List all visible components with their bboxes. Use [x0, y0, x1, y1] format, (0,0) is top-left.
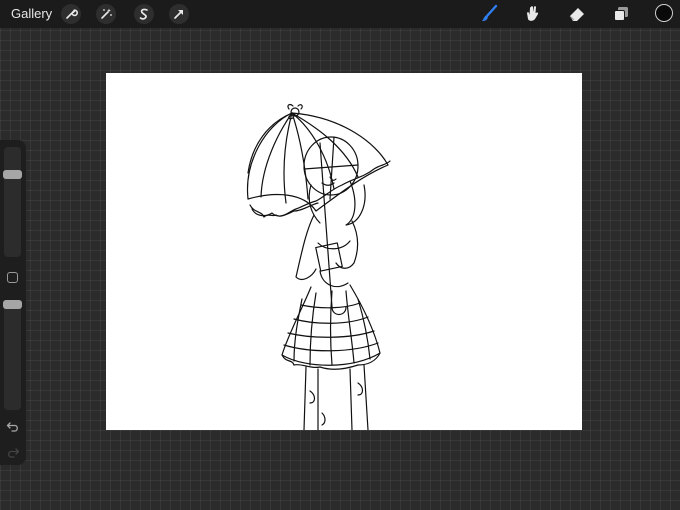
adjustments-wand-icon[interactable] — [96, 4, 116, 24]
top-toolbar: Gallery — [0, 0, 680, 28]
left-sidebar — [0, 140, 26, 465]
drawing-canvas[interactable] — [106, 73, 582, 430]
transform-arrow-icon[interactable] — [169, 4, 189, 24]
brush-size-slider[interactable] — [3, 147, 22, 257]
modify-button[interactable] — [7, 272, 18, 283]
gallery-button[interactable]: Gallery — [11, 6, 52, 21]
eraser-icon[interactable] — [566, 3, 588, 25]
redo-icon[interactable] — [5, 446, 21, 460]
layers-icon[interactable] — [610, 3, 632, 25]
actions-wrench-icon[interactable] — [61, 4, 81, 24]
smudge-icon[interactable] — [521, 3, 543, 25]
brush-size-thumb[interactable] — [3, 170, 22, 179]
opacity-slider[interactable] — [3, 300, 22, 410]
brush-icon[interactable] — [478, 3, 500, 25]
undo-icon[interactable] — [5, 420, 21, 434]
opacity-thumb[interactable] — [3, 300, 22, 309]
line-art-drawing — [246, 103, 391, 430]
color-swatch[interactable] — [655, 4, 673, 22]
selection-s-icon[interactable] — [134, 4, 154, 24]
